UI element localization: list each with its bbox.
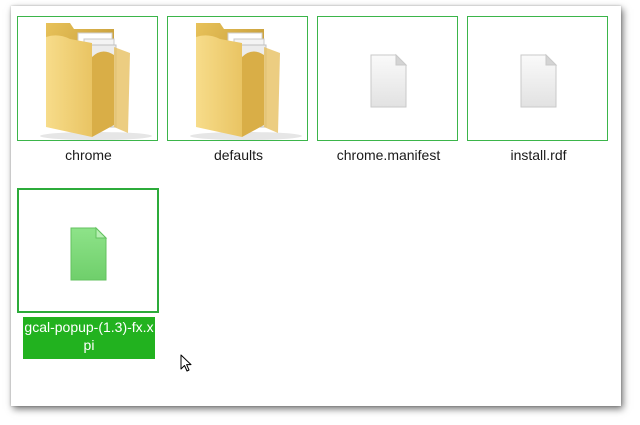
file-item-gcal-popup-xpi[interactable]: gcal-popup-(1.3)-fx.xpi xyxy=(17,16,160,366)
file-name-label: defaults xyxy=(213,147,264,163)
file-name-label-selected[interactable]: gcal-popup-(1.3)-fx.xpi xyxy=(23,317,155,359)
file-icon xyxy=(370,53,408,108)
file-name-label: install.rdf xyxy=(510,147,567,163)
file-name-label: chrome.manifest xyxy=(336,147,441,163)
thumbnail-frame[interactable] xyxy=(317,16,458,141)
thumbnail-frame-selected[interactable] xyxy=(17,188,159,313)
xpi-file-icon xyxy=(70,226,108,281)
mouse-cursor-icon xyxy=(180,354,192,372)
thumbnail-frame[interactable] xyxy=(467,16,608,141)
thumbnail-frame[interactable] xyxy=(167,16,308,141)
file-icon xyxy=(520,53,558,108)
folder-icon xyxy=(190,23,302,140)
